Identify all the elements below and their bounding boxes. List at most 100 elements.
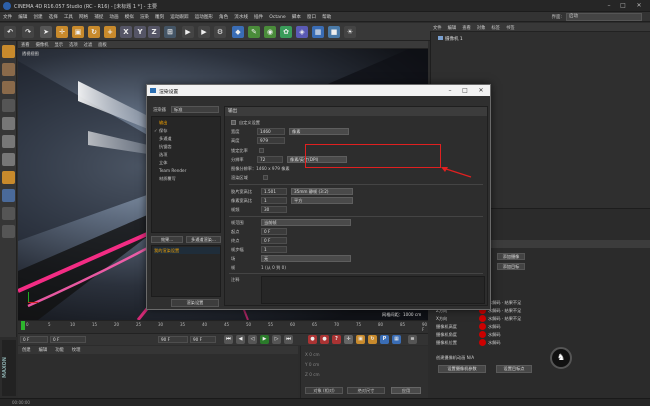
category-item[interactable]: ✓保存 [154, 127, 220, 134]
minimize-icon[interactable]: – [604, 2, 614, 10]
step-field[interactable]: 1 [261, 246, 287, 253]
object-menu-item[interactable]: 标签 [488, 23, 503, 33]
record-dot-icon[interactable] [479, 323, 486, 330]
current-frame-field[interactable]: 0 F [50, 336, 86, 343]
menu-item[interactable]: 帮助 [319, 12, 334, 20]
move-icon[interactable]: ✛ [56, 26, 68, 38]
menu-item[interactable]: 运动跟踪 [167, 12, 191, 20]
make-editable-icon[interactable] [2, 45, 15, 58]
object-menu-item[interactable]: 文件 [430, 23, 445, 33]
apply-button[interactable]: 应用 [391, 387, 421, 394]
object-menu-item[interactable]: 编辑 [445, 23, 460, 33]
menu-item[interactable]: 雕刻 [152, 12, 167, 20]
category-item[interactable]: 输出 [154, 119, 220, 126]
play-icon[interactable]: ▶ [260, 335, 269, 344]
dialog-close-icon[interactable]: ✕ [476, 86, 486, 95]
viewport-menu-item[interactable]: 显示 [51, 41, 66, 49]
render-view-icon[interactable]: ▶ [182, 26, 194, 38]
add-camera-button[interactable]: 添加摄像 [497, 253, 525, 260]
axis-mode-icon[interactable] [2, 171, 15, 184]
rotate-icon[interactable]: ↻ [88, 26, 100, 38]
move-axis-icon[interactable]: + [104, 26, 116, 38]
next-frame-icon[interactable]: ▷ [272, 335, 281, 344]
end-frame-field[interactable]: 90 F [158, 336, 188, 343]
deformer-icon[interactable]: ◈ [296, 26, 308, 38]
dialog-minimize-icon[interactable]: – [445, 86, 455, 95]
go-end-icon[interactable]: ⏭ [284, 335, 293, 344]
effects-button[interactable]: 效果... [151, 236, 183, 243]
scale-icon[interactable]: ▣ [72, 26, 84, 38]
go-start-icon[interactable]: ⏮ [224, 335, 233, 344]
lock-ratio-checkbox[interactable] [259, 148, 264, 153]
coord-mode-size[interactable]: 绝对尺寸 [347, 387, 385, 394]
end-field[interactable]: 0 F [261, 237, 287, 244]
record-dot-icon[interactable] [479, 331, 486, 338]
start-field[interactable]: 0 F [261, 228, 287, 235]
maximize-icon[interactable]: □ [618, 2, 628, 10]
render-region-checkbox[interactable] [263, 175, 268, 180]
viewport-menu-item[interactable]: 查看 [18, 41, 33, 49]
camera-icon[interactable]: ■ [328, 26, 340, 38]
menu-item[interactable]: 运动图形 [192, 12, 216, 20]
keyframe-selection-icon[interactable]: ? [332, 335, 341, 344]
rotate-key-icon[interactable]: ↻ [368, 335, 377, 344]
menu-item[interactable]: 动画 [106, 12, 121, 20]
fps-field[interactable]: 30 [261, 206, 287, 213]
object-menu-item[interactable]: 查看 [459, 23, 474, 33]
point-mode-icon[interactable] [2, 117, 15, 130]
polygon-mode-icon[interactable] [2, 153, 15, 166]
material-manager[interactable] [18, 354, 298, 398]
close-icon[interactable]: ✕ [634, 2, 644, 10]
viewport-menu-item[interactable]: 过滤 [81, 41, 96, 49]
category-item[interactable]: 多通道 [154, 135, 220, 142]
field-select[interactable]: 无 [261, 255, 351, 262]
menu-item[interactable]: Octane [266, 13, 289, 20]
menu-item[interactable]: 窗口 [304, 12, 319, 20]
material-menu-item[interactable]: 功能 [51, 346, 68, 354]
record-dot-icon[interactable] [479, 339, 486, 346]
viewport-menu-item[interactable]: 选项 [66, 41, 81, 49]
viewport-menu-item[interactable]: 面板 [95, 41, 110, 49]
redo-icon[interactable]: ↷ [22, 26, 34, 38]
render-settings-icon[interactable]: ⚙ [214, 26, 226, 38]
material-menu-item[interactable]: 创建 [18, 346, 35, 354]
category-item[interactable]: Team Render [154, 167, 220, 174]
preview-end-field[interactable]: 90 F [190, 336, 216, 343]
x-axis-icon[interactable]: X [120, 26, 132, 38]
menu-item[interactable]: 流水线 [231, 12, 251, 20]
pen-icon[interactable]: ✎ [248, 26, 260, 38]
resolution-field[interactable]: 72 [257, 156, 283, 163]
array-icon[interactable]: ✿ [280, 26, 292, 38]
model-mode-icon[interactable] [2, 63, 15, 76]
select-icon[interactable]: ➤ [40, 26, 52, 38]
category-item[interactable]: 材质覆写 [154, 175, 220, 182]
menu-item[interactable]: 选择 [46, 12, 61, 20]
width-unit-select[interactable]: 像素 [289, 128, 349, 135]
renderer-select[interactable]: 标准 [171, 106, 219, 113]
film-ratio-field[interactable]: 1.501 [261, 188, 287, 195]
solo-icon[interactable] [2, 225, 15, 238]
scene-floor-icon[interactable]: ▦ [312, 26, 324, 38]
film-ratio-select[interactable]: 35mm 静帧 (3:2) [291, 188, 353, 195]
material-menu-item[interactable]: 编辑 [35, 346, 52, 354]
layout-select[interactable]: 启动 [566, 13, 642, 21]
start-frame-field[interactable]: 0 F [20, 336, 48, 343]
menu-item[interactable]: 工具 [61, 12, 76, 20]
frame-range-select[interactable]: 当前帧 [261, 219, 351, 226]
current-setting-item[interactable]: 我的渲染设置 [154, 247, 220, 254]
playhead[interactable] [21, 321, 25, 330]
menu-item[interactable]: 文件 [0, 12, 15, 20]
preset-arrow-icon[interactable] [231, 120, 236, 125]
move-key-icon[interactable]: ✛ [344, 335, 353, 344]
play-back-icon[interactable]: ◁ [248, 335, 257, 344]
workplane-icon[interactable] [2, 99, 15, 112]
menu-item[interactable]: 编辑 [15, 12, 30, 20]
object-row-camera[interactable]: 摄像机 1 [438, 36, 463, 42]
y-axis-icon[interactable]: Y [134, 26, 146, 38]
snap-icon[interactable] [2, 207, 15, 220]
object-menu-item[interactable]: 书签 [503, 23, 518, 33]
viewport-menu-item[interactable]: 摄像机 [33, 41, 52, 49]
record-dot-icon[interactable] [479, 315, 486, 322]
menu-item[interactable]: 捕捉 [91, 12, 106, 20]
category-item[interactable]: 立体 [154, 159, 220, 166]
